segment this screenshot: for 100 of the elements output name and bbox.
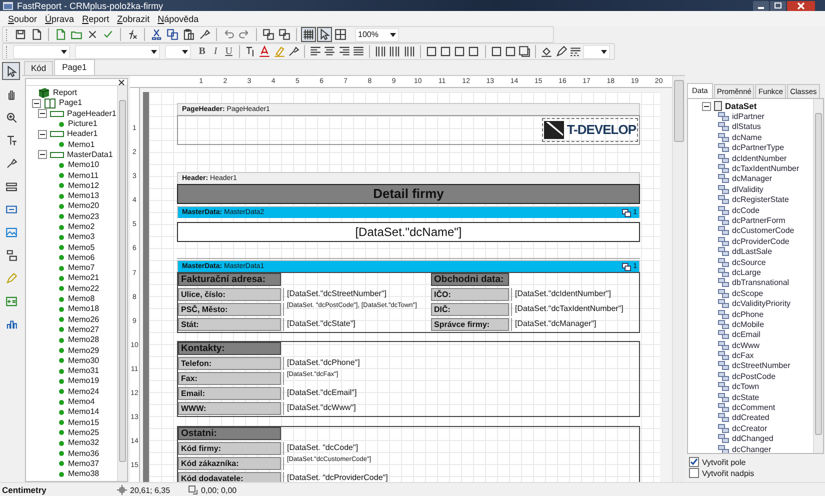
checkbox[interactable] [689, 468, 699, 478]
tree-item[interactable]: Memo18 [68, 304, 100, 314]
font-style-button[interactable]: I [209, 46, 222, 57]
collapse-toggle[interactable] [38, 130, 47, 139]
tree-item[interactable]: dcTown [732, 382, 760, 392]
copy-icon[interactable] [166, 28, 179, 41]
group-icon[interactable] [262, 28, 275, 41]
tree-item[interactable]: Memo38 [68, 469, 100, 480]
align-left-icon[interactable] [309, 45, 322, 58]
tree-item[interactable]: Memo31 [68, 366, 100, 376]
field-label[interactable]: Ulice, číslo: [178, 288, 281, 301]
tree-item[interactable]: dcName [732, 132, 762, 142]
tree-item[interactable]: Memo25 [68, 428, 100, 438]
preview-icon[interactable] [30, 28, 43, 41]
delete-icon[interactable] [86, 28, 99, 41]
tree-item[interactable]: dcCreator [732, 424, 768, 433]
tree-item[interactable]: ddLastSale [732, 247, 772, 256]
field-label[interactable]: Stát: [178, 318, 281, 331]
save-icon[interactable] [14, 28, 27, 41]
scrollbar[interactable] [813, 99, 823, 453]
data-field[interactable]: [DataSet."dcName"] [177, 222, 640, 242]
tree-item[interactable]: Memo27 [68, 324, 100, 335]
data-field[interactable]: [DataSet. "dcCode"] [283, 442, 358, 455]
data-field[interactable]: [DataSet."dcWww"] [283, 402, 356, 415]
field-label[interactable]: DIČ: [431, 303, 509, 316]
tree-item[interactable]: dcMobile [732, 320, 764, 329]
frame-icon[interactable] [490, 45, 503, 58]
tree-item[interactable]: Memo7 [68, 263, 95, 274]
tree-item[interactable]: dcFax [732, 351, 754, 360]
tree-item[interactable]: Memo21 [68, 273, 100, 284]
columns-icon[interactable] [374, 45, 387, 58]
scrollbar[interactable] [672, 76, 685, 482]
scrollbar[interactable] [117, 86, 127, 481]
tree-item[interactable]: Memo14 [68, 407, 100, 418]
tree-item[interactable]: Page1 [59, 98, 82, 108]
checkbox[interactable] [689, 457, 699, 467]
field-label[interactable]: Kód firmy: [178, 442, 281, 455]
field-label[interactable]: PSČ, Město: [178, 303, 281, 316]
redo-icon[interactable] [238, 28, 251, 41]
tree-item[interactable]: Memo19 [68, 376, 100, 386]
zoom-dropdown[interactable]: 100% [355, 28, 399, 42]
tree-item[interactable]: Memo15 [68, 418, 100, 428]
paste-icon[interactable] [182, 28, 195, 41]
menu-item[interactable]: Soubor [4, 14, 42, 24]
tree-item[interactable]: dcLarge [732, 268, 761, 277]
tree-item[interactable]: dcManager [732, 174, 772, 184]
close-icon[interactable] [787, 0, 815, 10]
minimize-icon[interactable] [753, 0, 769, 10]
new-page-icon[interactable] [54, 28, 67, 41]
tree-item[interactable]: idPartner [732, 112, 764, 122]
menu-item[interactable]: Nápověda [154, 14, 203, 24]
tree-item[interactable]: dcEmail [732, 330, 760, 340]
tree-item[interactable]: Memo24 [68, 386, 100, 397]
tree-item[interactable]: dcPartnerForm [732, 216, 786, 225]
tree-item[interactable]: dcSource [732, 258, 766, 267]
tree-item[interactable]: dbTransnational [732, 278, 790, 288]
tree-item[interactable]: PageHeader1 [67, 108, 116, 119]
tree-item[interactable]: Memo5 [68, 242, 95, 253]
data-field[interactable]: [DataSet."dcIdentNumber"] [511, 288, 611, 301]
menu-item[interactable]: Report [78, 14, 114, 24]
tree-item[interactable]: Memo36 [68, 448, 100, 459]
field-label[interactable]: Kód zákazníka: [178, 457, 281, 470]
collapse-toggle[interactable] [38, 150, 47, 160]
ungroup-icon[interactable] [278, 28, 291, 41]
pen-icon[interactable] [554, 45, 568, 58]
tree-item[interactable]: Memo8 [68, 294, 95, 304]
frame-icon[interactable] [438, 45, 452, 58]
tree-item[interactable]: ddCreated [732, 413, 770, 422]
frame-icon[interactable] [453, 45, 466, 58]
menu-item[interactable]: Zobrazit [113, 14, 154, 24]
tree-item[interactable]: dcState [732, 392, 760, 402]
shadow-icon[interactable] [518, 45, 532, 58]
data-field[interactable]: [DataSet."dcTaxIdentNumber"] [511, 303, 624, 316]
align-center-icon[interactable] [323, 45, 336, 58]
tree-item[interactable]: Memo6 [68, 252, 95, 263]
font-style-button[interactable]: U [222, 46, 236, 57]
cut-icon[interactable] [150, 28, 163, 41]
tree-item[interactable]: Memo4 [68, 397, 95, 408]
data-field[interactable]: [DataSet."dcPhone"] [283, 357, 360, 370]
section-heading[interactable]: Obchodni data: [431, 273, 509, 286]
field-label[interactable]: Správce firmy: [431, 318, 509, 331]
frame-icon[interactable] [424, 45, 438, 58]
tree-item[interactable]: Memo2 [68, 222, 95, 232]
logo-picture[interactable]: T-DEVELOP [542, 118, 638, 142]
section-heading[interactable]: Fakturační adresa: [178, 273, 281, 286]
field-label[interactable]: Fax: [178, 372, 281, 385]
data-field[interactable]: [DataSet."dcEmail"] [283, 387, 357, 400]
close-icon[interactable] [118, 79, 125, 86]
tree-item[interactable]: ddChanged [732, 434, 774, 444]
line-width-dropdown[interactable] [582, 44, 610, 58]
tree-item[interactable]: Memo28 [68, 335, 100, 346]
tree-item[interactable]: Report [53, 88, 78, 98]
tree-item[interactable]: dcValidityPriority [732, 299, 791, 308]
tree-item[interactable]: DataSet [725, 101, 757, 112]
align-right-icon[interactable] [338, 45, 351, 58]
tree-item[interactable]: Memo11 [68, 170, 99, 181]
tree-item[interactable]: Memo26 [68, 314, 100, 325]
undo-icon[interactable] [222, 28, 235, 41]
tree-item[interactable]: dcRegisterState [732, 195, 789, 204]
frame-icon[interactable] [504, 45, 517, 58]
